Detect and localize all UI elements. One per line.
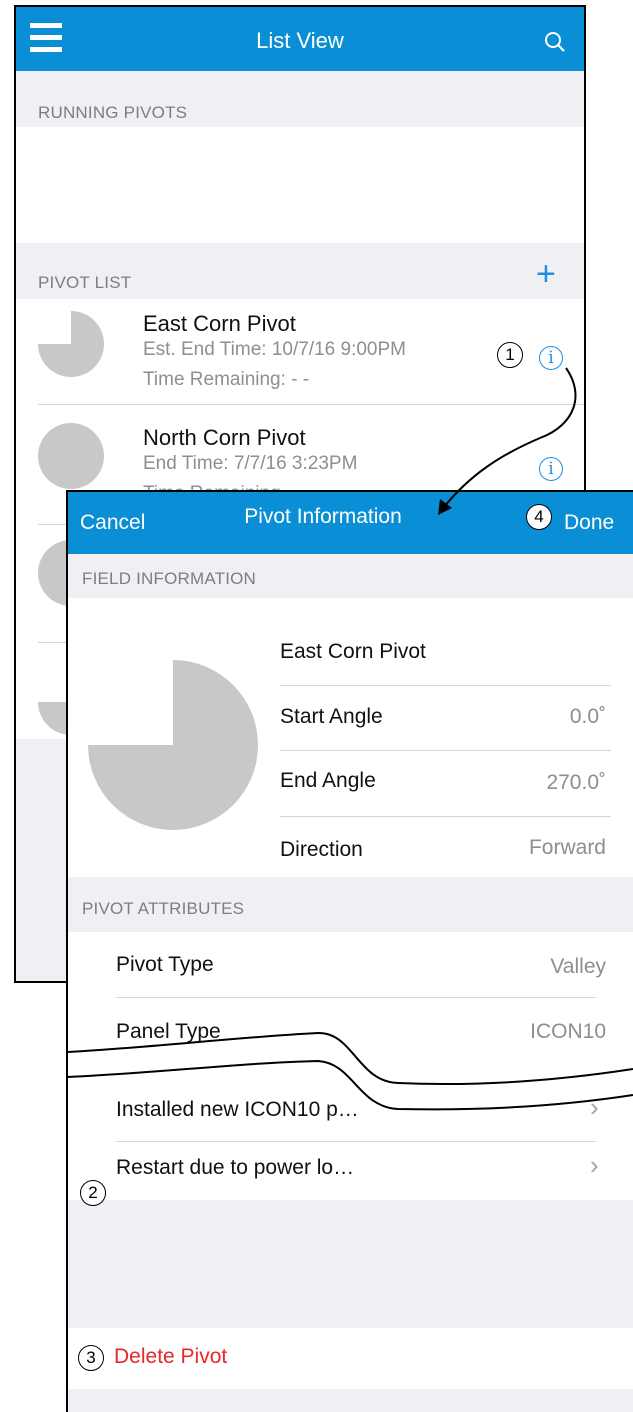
callout-1: 1	[497, 342, 523, 368]
callout-3: 3	[78, 1345, 104, 1371]
callout-4: 4	[526, 504, 552, 530]
callout-2: 2	[80, 1180, 106, 1206]
